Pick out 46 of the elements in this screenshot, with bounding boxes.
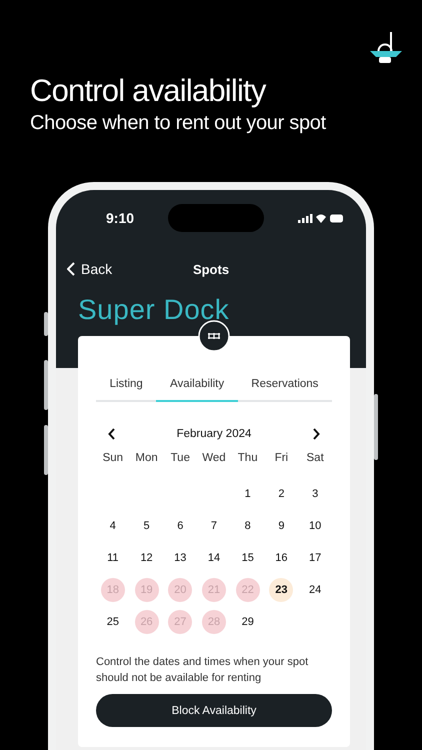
weekday-label: Mon bbox=[134, 451, 159, 466]
weekday-label: Sun bbox=[102, 451, 124, 466]
chevron-left-icon bbox=[108, 428, 116, 440]
calendar-day[interactable]: 29 bbox=[236, 610, 260, 634]
calendar-day[interactable]: 1 bbox=[236, 482, 260, 506]
calendar-day[interactable]: 7 bbox=[202, 514, 226, 538]
headline: Control availability bbox=[30, 72, 266, 110]
calendar-day[interactable]: 12 bbox=[134, 546, 159, 570]
weekday-label: Fri bbox=[274, 451, 290, 466]
calendar-day[interactable]: 25 bbox=[100, 610, 125, 634]
weekday-label: Tue bbox=[170, 451, 191, 466]
status-icons bbox=[298, 212, 344, 224]
calendar-day[interactable]: 14 bbox=[202, 546, 226, 570]
weekday-label: Thu bbox=[236, 451, 259, 466]
back-button[interactable]: Back bbox=[67, 261, 112, 277]
tab[interactable]: Availability bbox=[156, 372, 238, 402]
nav-title: Spots bbox=[192, 262, 230, 276]
chevron-right-icon bbox=[312, 428, 320, 440]
calendar-day[interactable]: 10 bbox=[303, 514, 328, 538]
calendar-day[interactable]: 24 bbox=[303, 578, 328, 602]
block-availability-button[interactable]: Block Availability bbox=[96, 694, 332, 727]
status-time: 9:10 bbox=[106, 210, 134, 226]
subheadline: Choose when to rent out your spot bbox=[30, 111, 327, 136]
description-text: Control the dates and times when your spot should not be available for renting bbox=[96, 655, 310, 686]
calendar-day[interactable]: 16 bbox=[269, 546, 294, 570]
tab[interactable]: Listing bbox=[96, 372, 156, 402]
calendar-day[interactable]: 23 bbox=[269, 578, 294, 602]
calendar-day[interactable]: 15 bbox=[236, 546, 260, 570]
back-label: Back bbox=[81, 261, 112, 277]
calendar-day[interactable]: 5 bbox=[134, 514, 159, 538]
tab[interactable]: Reservations bbox=[238, 372, 332, 402]
calendar-day[interactable]: 2 bbox=[269, 482, 294, 506]
month-label: February 2024 bbox=[176, 428, 252, 440]
logo-icon bbox=[369, 30, 403, 66]
calendar-day[interactable]: 11 bbox=[100, 546, 125, 570]
spot-name: Super Dock bbox=[77, 293, 230, 327]
chevron-left-icon bbox=[67, 262, 75, 276]
calendar-day[interactable]: 8 bbox=[236, 514, 260, 538]
calendar-day[interactable]: 13 bbox=[168, 546, 192, 570]
calendar-day[interactable]: 9 bbox=[269, 514, 294, 538]
calendar-day[interactable]: 6 bbox=[168, 514, 192, 538]
weekday-label: Wed bbox=[201, 451, 227, 466]
weekday-label: Sat bbox=[306, 451, 325, 466]
calendar-day[interactable]: 4 bbox=[100, 514, 125, 538]
calendar-day[interactable]: 3 bbox=[303, 482, 328, 506]
calendar-day[interactable]: 17 bbox=[303, 546, 328, 570]
